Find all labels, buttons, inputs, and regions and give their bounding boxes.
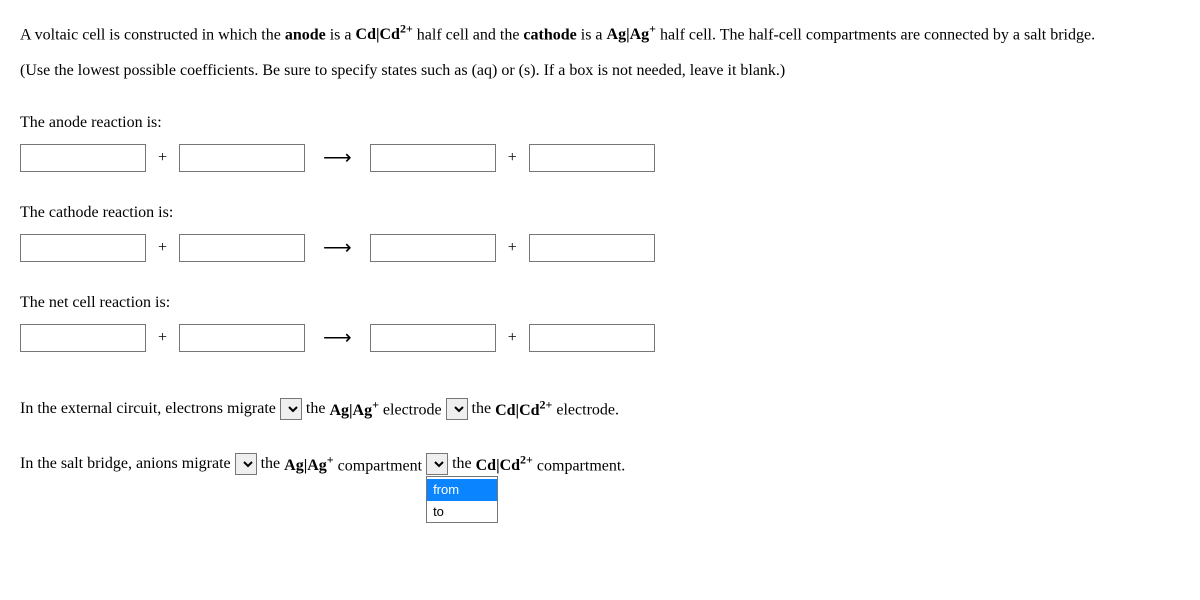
anode-reactant-1[interactable]: [20, 144, 146, 172]
arrow-icon: ⟶: [315, 143, 360, 173]
net-product-2[interactable]: [529, 324, 655, 352]
anode-product-1[interactable]: [370, 144, 496, 172]
net-reaction-row: + ⟶ +: [20, 323, 1180, 353]
dropdown-option-from[interactable]: from: [427, 479, 497, 501]
salt-bridge-sentence: In the salt bridge, anions migrate the A…: [20, 451, 1180, 478]
anion-direction-2-dropdown[interactable]: from to: [426, 476, 498, 523]
plus-sign: +: [506, 146, 519, 170]
cathode-product-1[interactable]: [370, 234, 496, 262]
cathode-reactant-1[interactable]: [20, 234, 146, 262]
net-label: The net cell reaction is:: [20, 291, 1180, 315]
electron-direction-1-select[interactable]: [280, 398, 302, 420]
plus-sign: +: [156, 146, 169, 170]
external-circuit-sentence: In the external circuit, electrons migra…: [20, 395, 1180, 422]
cathode-product-2[interactable]: [529, 234, 655, 262]
arrow-icon: ⟶: [315, 323, 360, 353]
electron-direction-2-select[interactable]: [446, 398, 468, 420]
net-product-1[interactable]: [370, 324, 496, 352]
plus-sign: +: [506, 326, 519, 350]
anion-direction-1-select[interactable]: [235, 453, 257, 475]
plus-sign: +: [156, 326, 169, 350]
plus-sign: +: [506, 236, 519, 260]
net-reactant-1[interactable]: [20, 324, 146, 352]
anode-product-2[interactable]: [529, 144, 655, 172]
anode-reactant-2[interactable]: [179, 144, 305, 172]
cathode-label: The cathode reaction is:: [20, 201, 1180, 225]
intro-text: A voltaic cell is constructed in which t…: [20, 20, 1180, 47]
anion-direction-2-select[interactable]: [426, 453, 448, 475]
net-reactant-2[interactable]: [179, 324, 305, 352]
dropdown-option-to[interactable]: to: [427, 501, 497, 523]
cathode-reactant-2[interactable]: [179, 234, 305, 262]
plus-sign: +: [156, 236, 169, 260]
arrow-icon: ⟶: [315, 233, 360, 263]
anode-reaction-row: + ⟶ +: [20, 143, 1180, 173]
anode-label: The anode reaction is:: [20, 111, 1180, 135]
cathode-reaction-row: + ⟶ +: [20, 233, 1180, 263]
instructions-text: (Use the lowest possible coefficients. B…: [20, 59, 1180, 83]
